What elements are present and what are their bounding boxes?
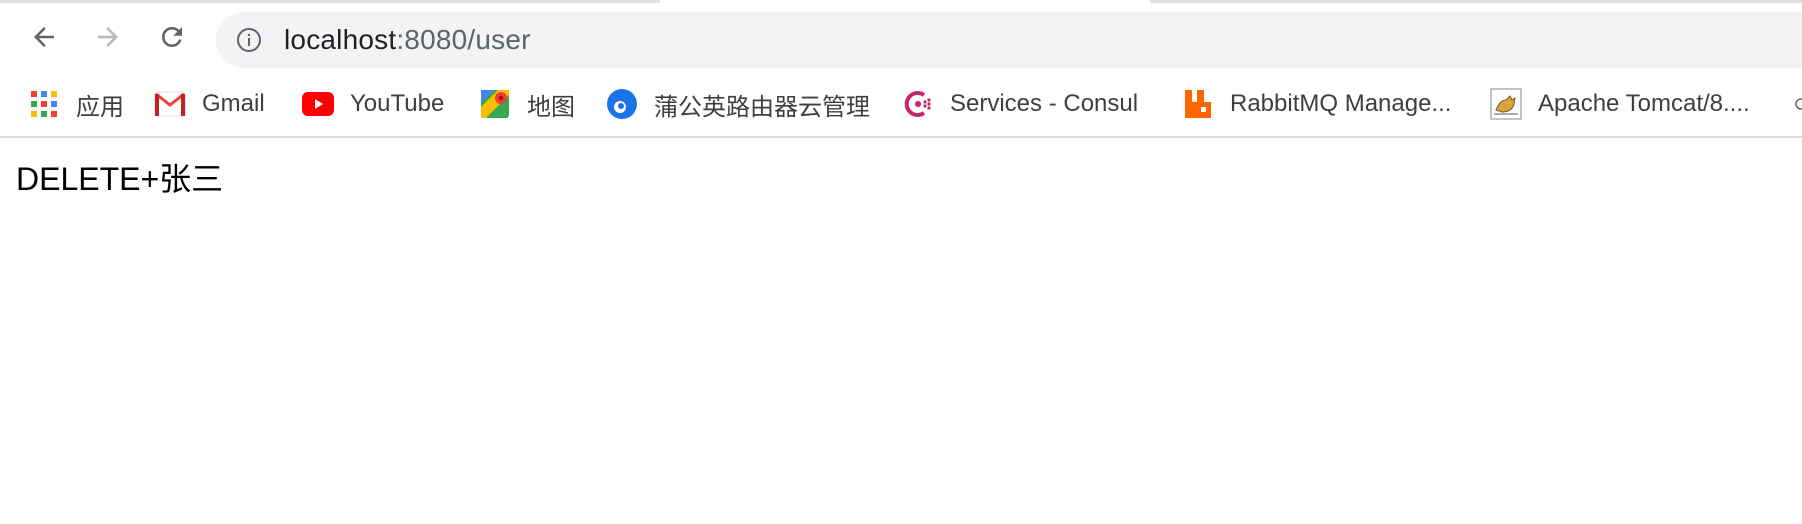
- bookmark-apps[interactable]: 应用: [28, 84, 124, 124]
- apps-grid-icon: [28, 88, 60, 120]
- reload-icon: [162, 27, 182, 47]
- arrow-right-icon: [98, 27, 118, 47]
- bookmark-overflow-partial[interactable]: [1794, 84, 1802, 124]
- back-button[interactable]: [27, 20, 61, 54]
- bookmark-label: 蒲公英路由器云管理: [654, 93, 870, 121]
- consul-icon: [902, 88, 934, 120]
- forward-button[interactable]: [91, 20, 125, 54]
- rabbitmq-icon: [1182, 88, 1214, 120]
- bookmark-rabbitmq[interactable]: RabbitMQ Manage...: [1182, 84, 1451, 124]
- youtube-icon: [302, 88, 334, 120]
- bookmark-label: Gmail: [202, 90, 265, 117]
- url-text[interactable]: localhost:8080/user: [284, 25, 531, 55]
- bookmark-youtube[interactable]: YouTube: [302, 84, 444, 124]
- bookmark-label: YouTube: [350, 90, 445, 117]
- site-info-icon[interactable]: [236, 27, 262, 53]
- address-bar[interactable]: localhost:8080/user: [216, 12, 1802, 68]
- reload-button[interactable]: [155, 20, 189, 54]
- url-host: localhost: [284, 24, 397, 55]
- bookmark-pgy[interactable]: 蒲公英路由器云管理: [606, 84, 870, 124]
- tomcat-icon: [1490, 88, 1522, 120]
- response-body-text: DELETE+张三: [16, 161, 224, 197]
- bookmark-label: 应用: [76, 93, 124, 121]
- bookmark-tomcat[interactable]: Apache Tomcat/8....: [1490, 84, 1750, 124]
- bookmarks-bar: 应用 Gmail YouTube 地图 蒲公英路由器云管理 Services -…: [0, 80, 1802, 138]
- bookmark-gmail[interactable]: Gmail: [154, 84, 265, 124]
- bookmark-label: RabbitMQ Manage...: [1230, 90, 1452, 117]
- browser-toolbar: localhost:8080/user: [0, 3, 1802, 73]
- bookmark-label: Apache Tomcat/8....: [1538, 90, 1750, 117]
- arrow-left-icon: [34, 27, 54, 47]
- gmail-icon: [154, 88, 186, 120]
- bookmark-maps[interactable]: 地图: [479, 84, 575, 124]
- bookmark-label: 地图: [527, 93, 575, 121]
- bookmark-label: Services - Consul: [950, 90, 1139, 117]
- url-path: :8080/user: [396, 24, 531, 55]
- pgy-icon: [606, 88, 638, 120]
- bookmark-consul[interactable]: Services - Consul: [902, 84, 1138, 124]
- partial-bookmark-icon: [1795, 98, 1802, 110]
- maps-icon: [479, 88, 511, 120]
